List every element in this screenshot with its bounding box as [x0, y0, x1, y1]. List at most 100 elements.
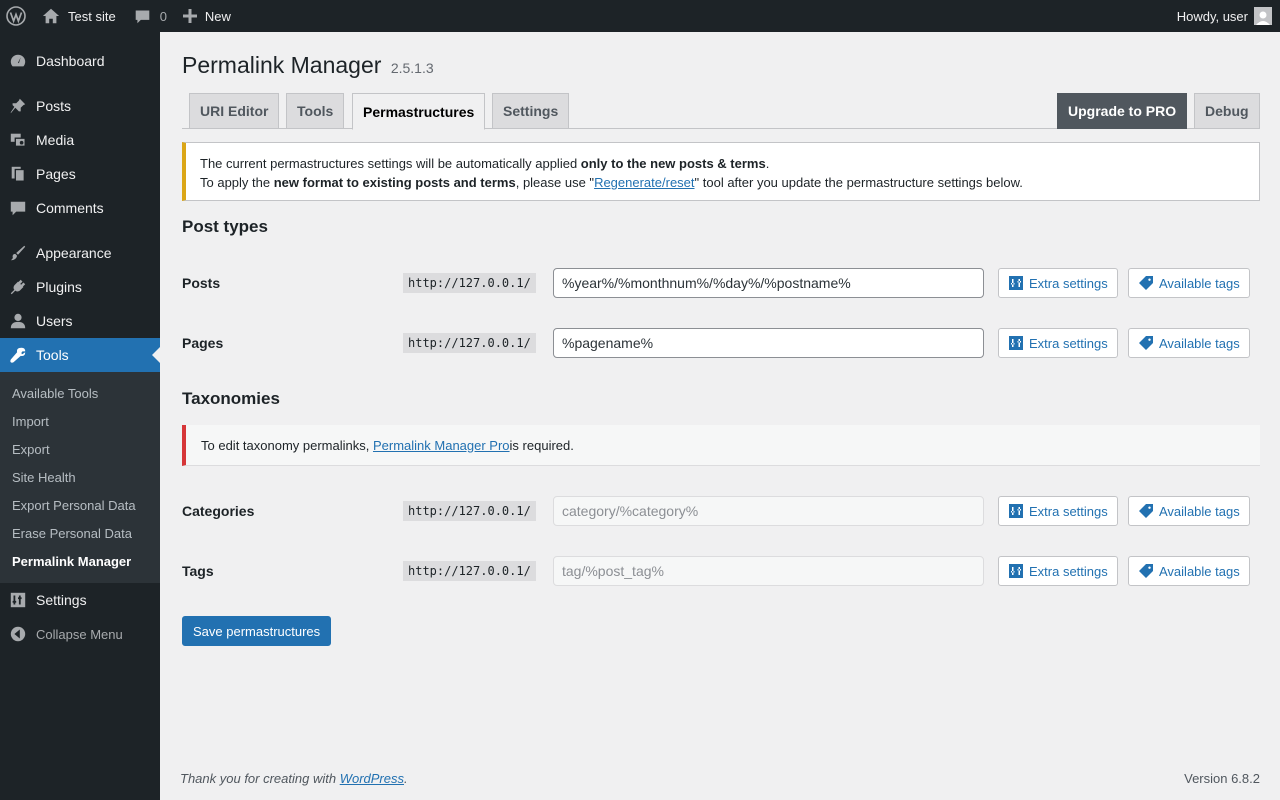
site-name-label: Test site	[68, 8, 116, 24]
permastructure-row-categories: Categories http://127.0.0.1/ category/%c…	[182, 496, 1260, 526]
sliders-icon	[1009, 504, 1023, 518]
menu-label: Plugins	[36, 279, 82, 295]
button-label: Extra settings	[1029, 503, 1108, 519]
wordpress-link[interactable]: WordPress	[340, 771, 404, 786]
permastructure-row-tags: Tags http://127.0.0.1/ tag/%post_tag% Ex…	[182, 556, 1260, 586]
tab-settings[interactable]: Settings	[492, 93, 570, 129]
sliders-icon	[1009, 564, 1023, 578]
menu-item-dashboard[interactable]: Dashboard	[0, 44, 160, 78]
admin-bar: Test site 0 New Howdy, user	[0, 0, 1280, 32]
available-tags-button[interactable]: Available tags	[1128, 496, 1250, 526]
menu-item-appearance[interactable]: Appearance	[0, 236, 160, 270]
tools-submenu: Available Tools Import Export Site Healt…	[0, 372, 160, 583]
menu-label: Settings	[36, 592, 87, 608]
menu-label: Media	[36, 132, 75, 148]
notice-text: " tool after you update the permastructu…	[694, 175, 1023, 190]
menu-item-settings[interactable]: Settings	[0, 583, 160, 617]
tab-uri-editor[interactable]: URI Editor	[189, 93, 280, 129]
wrench-icon	[0, 346, 36, 364]
button-label: Available tags	[1159, 335, 1240, 351]
categories-permastructure-input[interactable]: category/%category%	[553, 496, 984, 526]
brush-icon	[0, 244, 36, 262]
tab-debug[interactable]: Debug	[1194, 93, 1260, 129]
user-icon	[0, 312, 36, 330]
info-notice: The current permastructures settings wil…	[182, 142, 1260, 201]
sliders-icon	[0, 591, 36, 609]
tab-upgrade-to-pro[interactable]: Upgrade to PRO	[1057, 93, 1188, 129]
footer-thanks: Thank you for creating with WordPress.	[180, 771, 408, 786]
url-prefix: http://127.0.0.1/	[403, 333, 536, 353]
submenu-item-import[interactable]: Import	[0, 407, 160, 435]
notice-line-2: To apply the new format to existing post…	[200, 173, 1245, 192]
notice-line-1: The current permastructures settings wil…	[200, 154, 1245, 173]
available-tags-button[interactable]: Available tags	[1128, 556, 1250, 586]
menu-item-plugins[interactable]: Plugins	[0, 270, 160, 304]
wordpress-logo-icon[interactable]	[0, 0, 34, 32]
tags-permastructure-input[interactable]: tag/%post_tag%	[553, 556, 984, 586]
pages-icon	[0, 165, 36, 183]
new-label: New	[204, 8, 231, 24]
tag-icon	[1139, 336, 1153, 350]
page-title-text: Permalink Manager	[182, 52, 382, 78]
posts-permastructure-input[interactable]: %year%/%monthnum%/%day%/%postname%	[553, 268, 984, 298]
permastructure-row-posts: Posts http://127.0.0.1/ %year%/%monthnum…	[182, 268, 1260, 298]
submenu-item-site-health[interactable]: Site Health	[0, 463, 160, 491]
site-name-link[interactable]: Test site	[34, 0, 124, 32]
menu-item-media[interactable]: Media	[0, 123, 160, 157]
media-icon	[0, 131, 36, 149]
plugin-version: 2.5.1.3	[390, 60, 434, 76]
button-label: Available tags	[1159, 275, 1240, 291]
extra-settings-button[interactable]: Extra settings	[998, 496, 1118, 526]
menu-item-tools[interactable]: Tools	[0, 338, 160, 372]
comment-icon	[0, 199, 36, 217]
button-label: Available tags	[1159, 563, 1240, 579]
collapse-menu-button[interactable]: Collapse Menu	[0, 617, 160, 651]
regenerate-reset-link[interactable]: Regenerate/reset	[594, 175, 694, 190]
menu-item-comments[interactable]: Comments	[0, 191, 160, 225]
url-prefix: http://127.0.0.1/	[403, 561, 536, 581]
permastructure-row-pages: Pages http://127.0.0.1/ %pagename% Extra…	[182, 328, 1260, 358]
howdy-label: Howdy, user	[1176, 8, 1248, 24]
comments-link[interactable]: 0	[124, 0, 175, 32]
button-label: Available tags	[1159, 503, 1240, 519]
save-permastructures-button[interactable]: Save permastructures	[182, 616, 332, 646]
row-label: Pages	[182, 335, 224, 351]
submenu-item-export-personal-data[interactable]: Export Personal Data	[0, 491, 160, 519]
home-icon	[42, 8, 60, 24]
admin-menu: Dashboard Posts Media Pages Comments App…	[0, 32, 160, 800]
extra-settings-button[interactable]: Extra settings	[998, 268, 1118, 298]
menu-label: Comments	[36, 200, 104, 216]
menu-item-pages[interactable]: Pages	[0, 157, 160, 191]
button-label: Extra settings	[1029, 563, 1108, 579]
submenu-item-available-tools[interactable]: Available Tools	[0, 379, 160, 407]
pin-icon	[0, 97, 36, 115]
menu-label: Pages	[36, 166, 76, 182]
submenu-item-export[interactable]: Export	[0, 435, 160, 463]
notice-bold: new format to existing posts and terms	[273, 175, 516, 190]
available-tags-button[interactable]: Available tags	[1128, 328, 1250, 358]
menu-item-users[interactable]: Users	[0, 304, 160, 338]
post-types-heading: Post types	[182, 217, 268, 236]
submenu-item-permalink-manager[interactable]: Permalink Manager	[0, 547, 160, 575]
available-tags-button[interactable]: Available tags	[1128, 268, 1250, 298]
tab-tools[interactable]: Tools	[286, 93, 345, 129]
submenu-item-erase-personal-data[interactable]: Erase Personal Data	[0, 519, 160, 547]
new-content-link[interactable]: New	[175, 0, 239, 32]
url-prefix: http://127.0.0.1/	[403, 273, 536, 293]
footer: Thank you for creating with WordPress. V…	[180, 771, 1260, 786]
tab-permastructures[interactable]: Permastructures	[352, 93, 486, 130]
nav-tabs: URI Editor Tools Permastructures Setting…	[182, 93, 1260, 130]
extra-settings-button[interactable]: Extra settings	[998, 556, 1118, 586]
plug-icon	[0, 278, 36, 296]
menu-label: Appearance	[36, 245, 112, 261]
menu-item-posts[interactable]: Posts	[0, 89, 160, 123]
extra-settings-button[interactable]: Extra settings	[998, 328, 1118, 358]
row-label: Categories	[182, 503, 255, 519]
sliders-icon	[1009, 336, 1023, 350]
tag-icon	[1139, 504, 1153, 518]
menu-label: Dashboard	[36, 53, 105, 69]
sliders-icon	[1009, 276, 1023, 290]
pages-permastructure-input[interactable]: %pagename%	[553, 328, 984, 358]
permalink-manager-pro-link[interactable]: Permalink Manager Pro	[373, 438, 510, 453]
account-menu[interactable]: Howdy, user	[1177, 0, 1272, 32]
